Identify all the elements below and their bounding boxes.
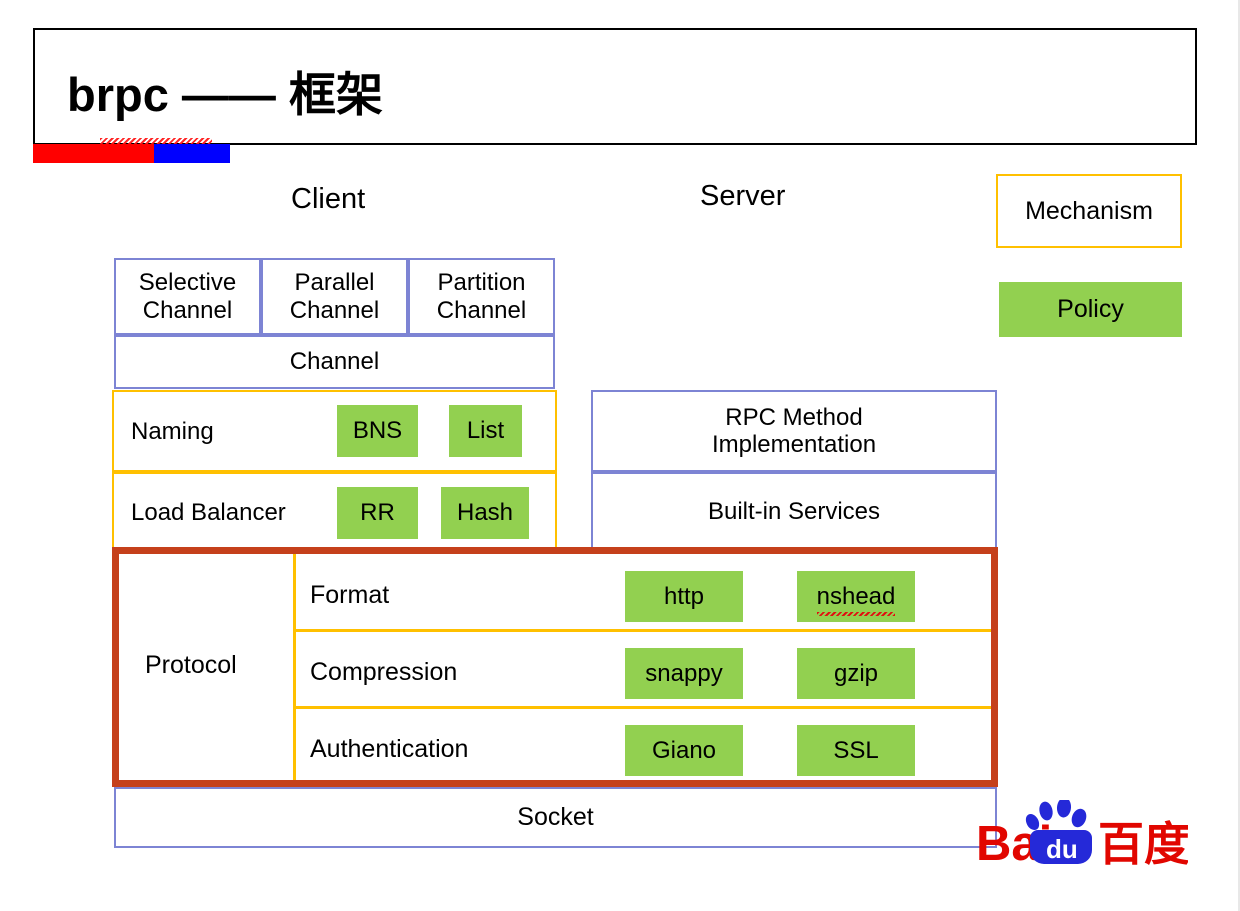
label-compression: Compression: [310, 658, 458, 686]
rpc-method-line1: RPC Method: [725, 403, 863, 431]
box-selective-channel: Selective Channel: [114, 258, 261, 335]
box-built-in-services: Built-in Services: [591, 472, 997, 551]
title-box: brpc —— 框架: [33, 28, 1197, 145]
parallel-channel-line2: Channel: [289, 296, 380, 324]
heading-client: Client: [291, 183, 366, 215]
chip-ssl: SSL: [797, 725, 915, 776]
baidu-logo-svg: Bai du 百度: [976, 797, 1190, 871]
label-load-balancer: Load Balancer: [131, 499, 286, 526]
heading-server: Server: [700, 180, 786, 212]
box-channel: Channel: [114, 335, 555, 389]
chip-bns: BNS: [337, 405, 418, 457]
slide-canvas: brpc —— 框架 Client Server Mechanism Polic…: [0, 0, 1240, 911]
box-partition-channel: Partition Channel: [408, 258, 555, 335]
accent-bar-red: [33, 144, 154, 163]
partition-channel-line1: Partition: [437, 269, 526, 297]
baidu-logo: Bai du 百度: [976, 797, 1190, 871]
selective-channel-line1: Selective: [138, 269, 237, 297]
label-format: Format: [310, 581, 390, 609]
legend-mechanism: Mechanism: [996, 174, 1182, 248]
box-parallel-channel: Parallel Channel: [261, 258, 408, 335]
chip-list: List: [449, 405, 522, 457]
chip-snappy: snappy: [625, 648, 743, 699]
baidu-text-cn: 百度: [1098, 818, 1188, 868]
box-socket: Socket: [114, 787, 997, 848]
chip-hash: Hash: [441, 487, 529, 539]
baidu-du-badge: du: [1030, 830, 1092, 864]
selective-channel-line2: Channel: [142, 296, 233, 324]
box-rpc-method-implementation: RPC Method Implementation: [591, 390, 997, 472]
chip-nshead: nshead: [797, 571, 915, 622]
label-protocol: Protocol: [145, 651, 237, 679]
chip-giano: Giano: [625, 725, 743, 776]
chip-nshead-label: nshead: [816, 582, 896, 616]
partition-channel-line2: Channel: [436, 296, 527, 324]
page-title: brpc —— 框架: [67, 68, 383, 121]
protocol-divider-2: [293, 706, 991, 709]
chip-rr: RR: [337, 487, 418, 539]
label-authentication: Authentication: [310, 735, 469, 763]
protocol-vertical-divider: [293, 554, 296, 780]
baidu-du-label: du: [1046, 834, 1078, 864]
label-naming: Naming: [131, 418, 214, 445]
box-protocol: Protocol Format Compression Authenticati…: [112, 547, 998, 787]
protocol-divider-1: [293, 629, 991, 632]
accent-bar-blue: [154, 144, 230, 163]
parallel-channel-line1: Parallel: [294, 269, 375, 297]
chip-http: http: [625, 571, 743, 622]
rpc-method-line2: Implementation: [711, 431, 877, 458]
chip-gzip: gzip: [797, 648, 915, 699]
legend-policy: Policy: [999, 282, 1182, 337]
